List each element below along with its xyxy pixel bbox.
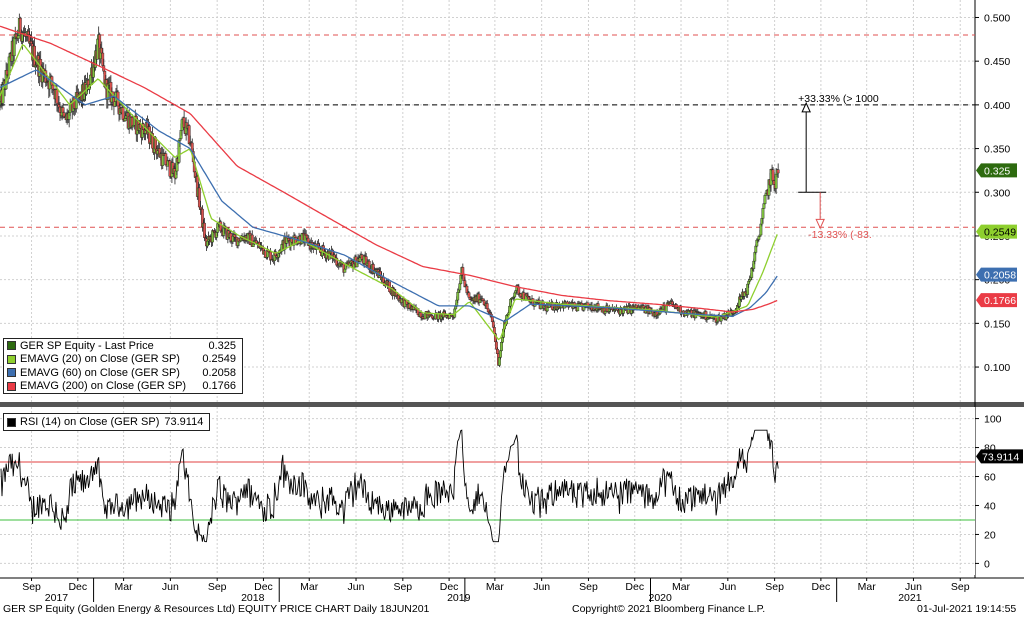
y-tick-label: 0.100 <box>984 362 1010 374</box>
y-tick-label: 0.150 <box>984 318 1010 330</box>
y-tick-label: 20 <box>984 529 996 541</box>
annotation-upside: +33.33% (> 1000 <box>798 93 879 105</box>
candle-body <box>776 169 780 174</box>
candle-body <box>458 283 462 291</box>
x-year-label: 2020 <box>648 592 672 603</box>
x-tick-label: Mar <box>672 581 691 593</box>
rsi-legend: RSI (14) on Close (GER SP) 73.9114 <box>3 413 211 431</box>
y-tick-label: 0.300 <box>984 187 1010 199</box>
legend-swatch <box>7 354 16 364</box>
value-label: 0.2058 <box>984 270 1016 282</box>
candle-body <box>499 350 502 358</box>
legend-item-ema60: EMAVG (60) on Close (GER SP) 0.2058 <box>4 366 242 380</box>
candle-body <box>55 89 59 104</box>
value-label: 0.2549 <box>984 227 1016 239</box>
x-tick-label: Mar <box>115 581 134 593</box>
legend-item-rsi: RSI (14) on Close (GER SP) 73.9114 <box>4 414 209 430</box>
y-tick-label: 60 <box>984 472 996 484</box>
x-tick-label: Dec <box>68 581 87 593</box>
candle-body <box>496 348 499 354</box>
candle-body <box>761 208 765 219</box>
x-tick-label: Mar <box>858 581 877 593</box>
x-tick-label: Jun <box>719 581 736 593</box>
candle-body <box>500 342 503 351</box>
x-year-label: 2017 <box>45 592 69 603</box>
x-tick-label: Sep <box>393 581 412 593</box>
legend-item-last-price: GER SP Equity - Last Price 0.325 <box>4 339 242 353</box>
legend-value: 0.1766 <box>202 380 236 393</box>
rsi-panel: 02040608010073.9114 <box>0 407 1023 575</box>
x-axis: Sep Dec Mar Jun Sep Dec Mar Jun Sep Dec Mar Jun Sep D… <box>0 577 1024 603</box>
y-tick-label: 0 <box>984 558 990 570</box>
x-tick-label: Sep <box>765 581 784 593</box>
x-tick-label: Mar <box>300 581 319 593</box>
legend-label: EMAVG (200) on Close (GER SP) <box>20 380 187 393</box>
legend-label: EMAVG (60) on Close (GER SP) <box>20 366 180 379</box>
legend-value: 0.2549 <box>202 353 236 366</box>
legend-item-ema200: EMAVG (200) on Close (GER SP) 0.1766 <box>4 380 242 394</box>
candle-body <box>12 37 16 57</box>
legend-label: EMAVG (20) on Close (GER SP) <box>20 353 180 366</box>
legend-item-ema20: EMAVG (20) on Close (GER SP) 0.2549 <box>4 353 242 367</box>
candle-body <box>198 206 202 210</box>
x-tick-label: Sep <box>22 581 41 593</box>
x-tick-label: Dec <box>625 581 644 593</box>
y-tick-label: 0.350 <box>984 144 1010 156</box>
x-year-label: 2019 <box>447 592 471 603</box>
value-label: 0.1766 <box>984 295 1016 307</box>
price-legend: GER SP Equity - Last Price 0.325 EMAVG (… <box>3 338 243 394</box>
x-tick-label: Sep <box>579 581 598 593</box>
x-tick-label: Jun <box>348 581 365 593</box>
x-tick-label: Jun <box>162 581 179 593</box>
annotation-downside: -13.33% (-83. <box>808 229 872 241</box>
legend-label: RSI (14) on Close (GER SP) <box>20 416 160 428</box>
x-tick-label: Sep <box>951 581 970 593</box>
legend-swatch <box>7 341 16 351</box>
legend-value: 0.325 <box>208 339 236 352</box>
x-year-label: 2021 <box>898 592 922 603</box>
candle-body <box>763 195 767 204</box>
legend-label: GER SP Equity - Last Price <box>20 339 154 352</box>
y-tick-label: 0.500 <box>984 12 1010 24</box>
candle-body <box>485 303 489 310</box>
equity-chart: 0.1000.1500.2000.2500.3000.3500.4000.450… <box>0 0 1024 603</box>
y-tick-label: 0.450 <box>984 56 1010 68</box>
candle-body <box>343 268 347 273</box>
candle-body <box>456 291 460 301</box>
candle-body <box>121 107 125 120</box>
footer-timestamp: 01-Jul-2021 19:14:55 <box>917 603 1017 615</box>
x-year-label: 2018 <box>241 592 265 603</box>
x-tick-label: Mar <box>486 581 505 593</box>
legend-value: 0.2058 <box>202 366 236 379</box>
y-tick-label: 100 <box>984 414 1002 426</box>
value-label: 0.325 <box>984 165 1010 177</box>
legend-swatch <box>7 417 16 427</box>
candle-body <box>467 292 471 298</box>
x-tick-label: Sep <box>208 581 227 593</box>
x-tick-label: Dec <box>812 581 831 593</box>
legend-swatch <box>7 368 16 378</box>
legend-value: 73.9114 <box>164 416 204 428</box>
y-tick-label: 0.400 <box>984 100 1010 112</box>
footer-copyright: Copyright© 2021 Bloomberg Finance L.P. <box>572 603 766 615</box>
x-tick-label: Jun <box>533 581 550 593</box>
candle-body <box>16 35 20 39</box>
rsi-value-label: 73.9114 <box>982 451 1019 463</box>
candle-body <box>771 169 775 181</box>
candle-body <box>513 292 517 298</box>
panel-separator <box>0 402 1024 407</box>
y-tick-label: 40 <box>984 500 996 512</box>
legend-swatch <box>7 381 16 391</box>
footer-title: GER SP Equity (Golden Energy & Resources… <box>3 603 430 615</box>
